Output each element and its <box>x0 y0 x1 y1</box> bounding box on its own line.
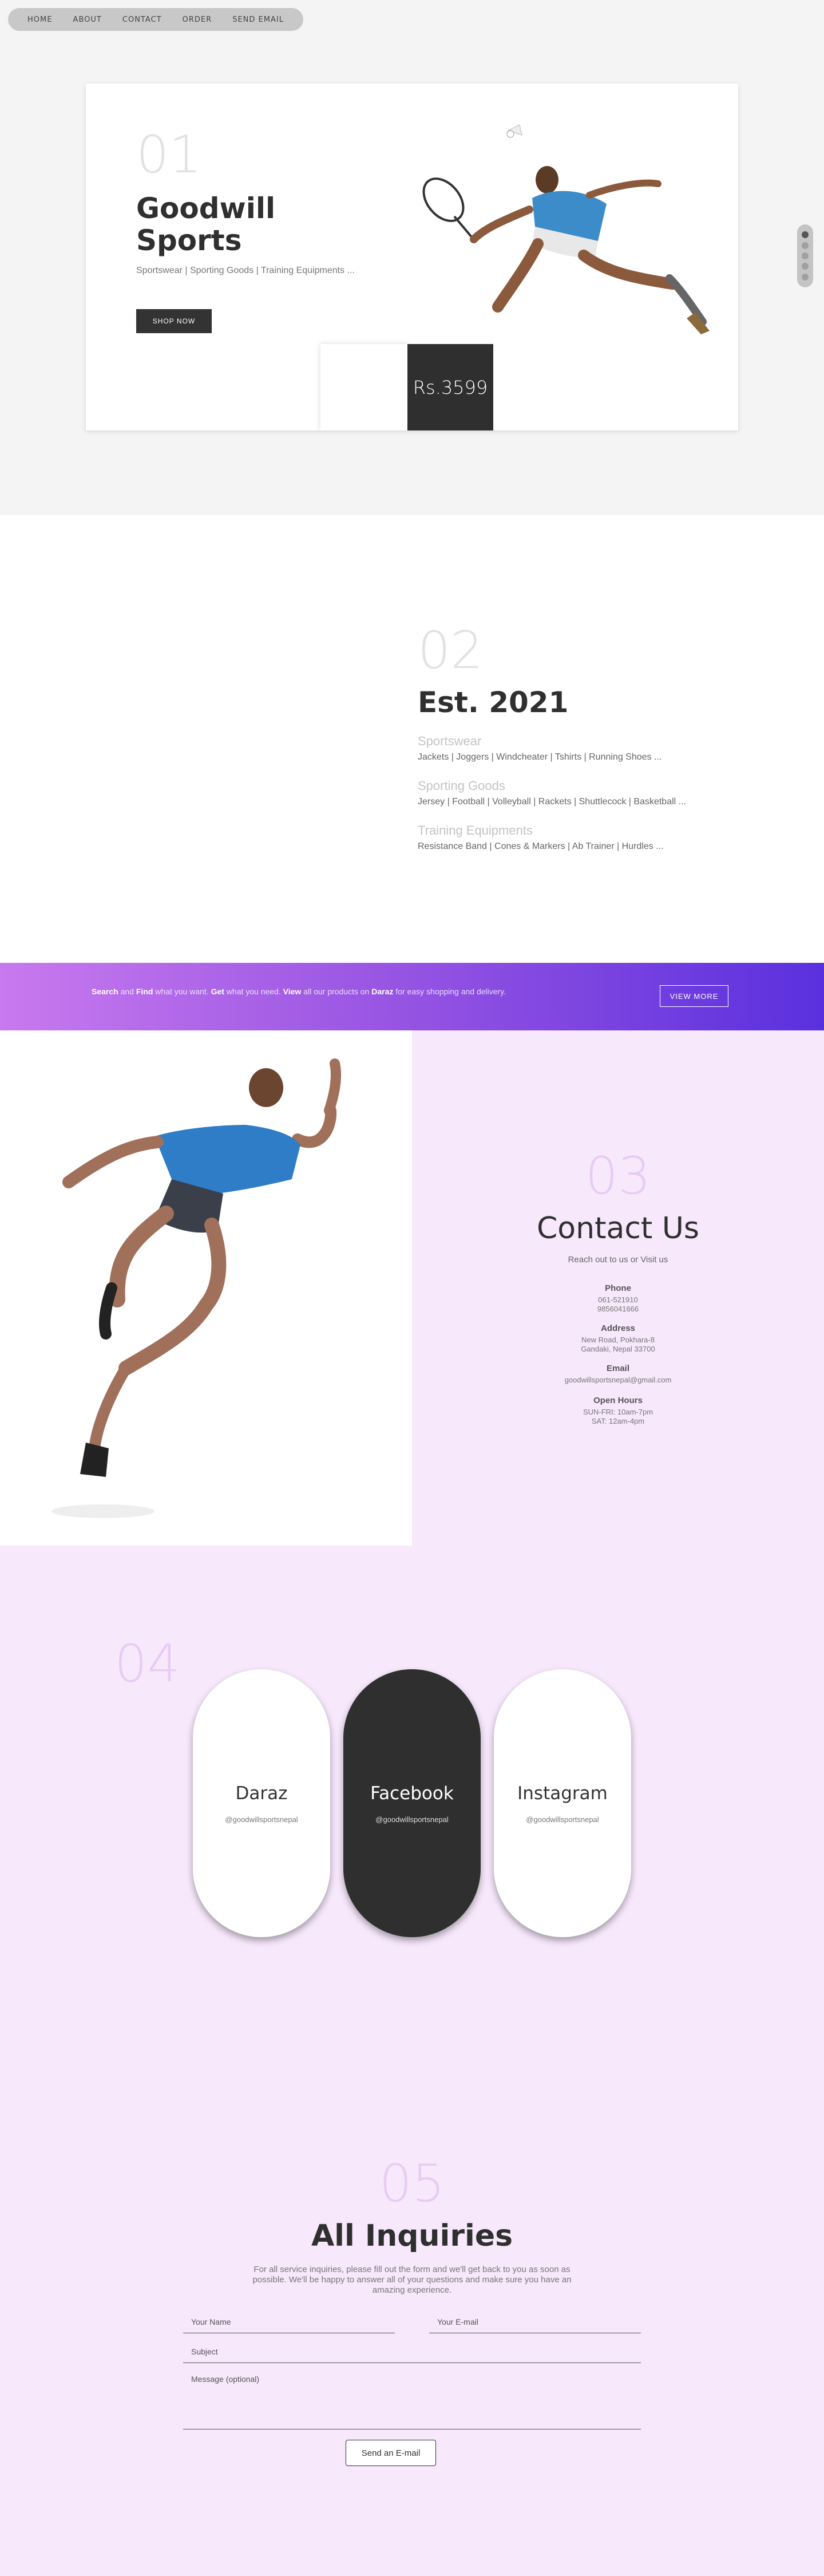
card-handle: @goodwillsportsnepal <box>526 1815 599 1824</box>
price-card: Rs.3599 <box>407 344 493 430</box>
hours-value: SAT: 12am-4pm <box>591 1417 645 1425</box>
section-number: 02 <box>418 621 484 681</box>
banner-text-part: what you want. <box>153 987 211 996</box>
banner-text-part: what you need. <box>224 987 283 996</box>
nav-home[interactable]: HOME <box>27 15 52 24</box>
hours-value: SUN-FRI: 10am-7pm <box>583 1408 653 1416</box>
about-section <box>0 515 824 963</box>
sprinter-image <box>52 1058 341 1518</box>
category-items: Resistance Band | Cones & Markers | Ab T… <box>418 841 664 851</box>
top-nav: HOME ABOUT CONTACT ORDER SEND EMAIL <box>8 8 303 31</box>
hero-title: Goodwill Sports <box>136 192 365 256</box>
shop-now-button[interactable]: SHOP NOW <box>136 309 212 333</box>
category-items: Jackets | Joggers | Windcheater | Tshirt… <box>418 752 662 762</box>
banner-keyword: Daraz <box>371 987 394 996</box>
contact-email: Email goodwillsportsnepal@gmail.com <box>412 1364 824 1385</box>
card-title: Daraz <box>235 1783 288 1804</box>
slider-dot[interactable] <box>802 263 809 270</box>
email-value[interactable]: goodwillsportsnepal@gmail.com <box>412 1376 824 1385</box>
nav-order[interactable]: ORDER <box>183 15 212 24</box>
slider-dot[interactable] <box>802 242 809 249</box>
athlete-image-panel <box>0 1030 412 1546</box>
contact-phone: Phone 061-521910 9856041666 <box>412 1283 824 1314</box>
shuttlecock-icon <box>506 124 522 138</box>
card-handle: @goodwillsportsnepal <box>375 1815 449 1824</box>
banner-keyword: View <box>283 987 302 996</box>
address-label: Address <box>600 1323 636 1333</box>
about-title: Est. 2021 <box>418 686 569 719</box>
address-value: Gandaki, Nepal 33700 <box>581 1345 655 1353</box>
banner-keyword: Find <box>136 987 153 996</box>
nav-about[interactable]: ABOUT <box>73 15 102 24</box>
hours-label: Open Hours <box>593 1396 643 1405</box>
banner-text-part: all our products on <box>301 987 372 996</box>
inquiry-description: For all service inquiries, please fill o… <box>252 2265 572 2295</box>
contact-title: Contact Us <box>537 1211 699 1246</box>
slider-dot[interactable] <box>802 231 809 239</box>
category-heading: Sporting Goods <box>418 779 505 793</box>
banner-keyword: Get <box>211 987 224 996</box>
banner-keyword: Search <box>92 987 118 996</box>
section-number: 01 <box>136 125 202 185</box>
address-value: New Road, Pokhara-8 <box>581 1336 655 1344</box>
phone-value: 061-521910 <box>598 1295 638 1304</box>
card-title: Instagram <box>517 1783 608 1804</box>
view-more-button[interactable]: VIEW MORE <box>660 985 728 1007</box>
facebook-card[interactable]: Facebook @goodwillsportsnepal <box>343 1669 481 1937</box>
contact-hours: Open Hours SUN-FRI: 10am-7pm SAT: 12am-4… <box>412 1396 824 1426</box>
banner-text-part: for easy shopping and delivery. <box>393 987 506 996</box>
hero-subtitle: Sportswear | Sporting Goods | Training E… <box>136 266 355 275</box>
phone-value: 9856041666 <box>597 1305 639 1313</box>
inquiry-title: All Inquiries <box>311 2219 513 2253</box>
section-number: 03 <box>585 1146 651 1206</box>
racket-icon <box>422 177 476 242</box>
slider-dots <box>797 224 813 287</box>
card-title: Facebook <box>370 1783 454 1804</box>
banner-text-part: and <box>118 987 136 996</box>
phone-label: Phone <box>605 1283 631 1293</box>
email-input[interactable] <box>429 2310 641 2333</box>
slider-dot[interactable] <box>802 273 809 280</box>
nav-contact[interactable]: CONTACT <box>122 15 162 24</box>
daraz-card[interactable]: Daraz @goodwillsportsnepal <box>193 1669 330 1937</box>
send-email-button[interactable]: Send an E-mail <box>346 2440 436 2466</box>
contact-address: Address New Road, Pokhara-8 Gandaki, Nep… <box>412 1323 824 1354</box>
hero-title-line1: Goodwill <box>136 192 276 225</box>
contact-subtitle: Reach out to us or Visit us <box>568 1255 668 1265</box>
message-textarea[interactable] <box>183 2368 641 2429</box>
slider-dot[interactable] <box>802 252 809 259</box>
instagram-card[interactable]: Instagram @goodwillsportsnepal <box>494 1669 631 1937</box>
category-items: Jersey | Football | Volleyball | Rackets… <box>418 797 686 807</box>
nav-send-email[interactable]: SEND EMAIL <box>232 15 284 24</box>
hero-card: 01 Goodwill Sports Sportswear | Sporting… <box>86 84 738 430</box>
section-number: 04 <box>114 1634 180 1694</box>
name-input[interactable] <box>183 2310 395 2333</box>
hero-title-line2: Sports <box>136 224 242 257</box>
subject-input[interactable] <box>183 2340 641 2363</box>
category-heading: Training Equipments <box>418 823 533 837</box>
price-card-blank <box>320 344 407 430</box>
card-handle: @goodwillsportsnepal <box>225 1815 298 1824</box>
banner-text: Search and Find what you want. Get what … <box>92 987 506 996</box>
section-number: 05 <box>379 2154 445 2214</box>
category-heading: Sportswear <box>418 734 482 748</box>
email-label: Email <box>606 1364 630 1373</box>
